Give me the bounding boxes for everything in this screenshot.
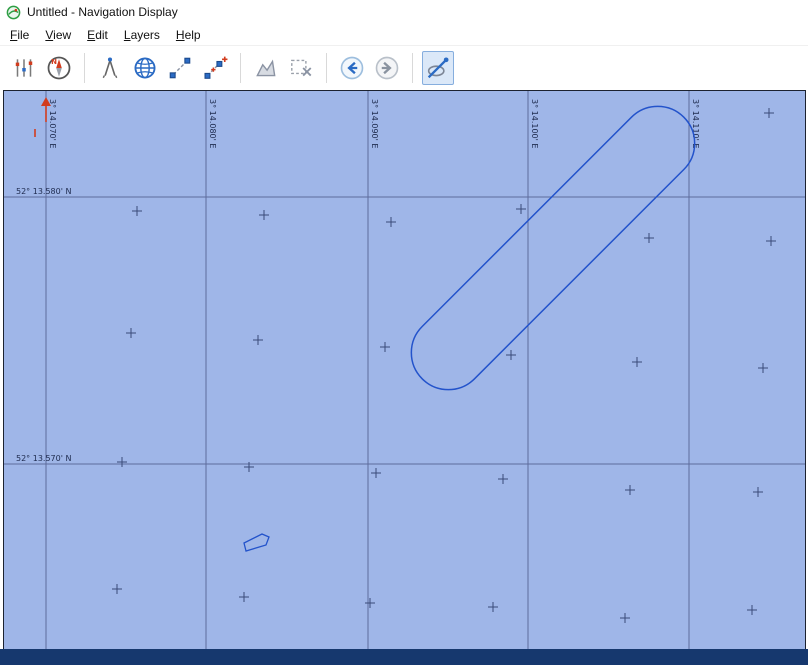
bearing-line-button[interactable] bbox=[422, 51, 454, 85]
longitude-label: 3° 14.100' E bbox=[530, 99, 539, 148]
toolbar-separator bbox=[240, 53, 241, 83]
ship-outline[interactable] bbox=[243, 533, 270, 552]
longitude-label: 3° 14.110' E bbox=[691, 99, 700, 148]
latitude-label: 52° 13.570' N bbox=[16, 454, 71, 463]
toolbar-separator bbox=[326, 53, 327, 83]
graticule-crosses bbox=[112, 108, 776, 623]
measure-line-button[interactable] bbox=[164, 51, 196, 85]
route-edit-icon bbox=[204, 56, 228, 79]
graticule-labels: 3° 14.070' E 3° 14.080' E 3° 14.090' E 3° 1… bbox=[16, 99, 700, 463]
zoom-forward-button[interactable] bbox=[371, 51, 403, 85]
svg-text:N: N bbox=[51, 58, 57, 66]
longitude-label: 3° 14.090' E bbox=[370, 99, 379, 148]
chart-canvas[interactable]: 3° 14.070' E 3° 14.080' E 3° 14.090' E 3° 1… bbox=[4, 91, 806, 649]
toolbar-separator bbox=[412, 53, 413, 83]
chart-region-outline[interactable] bbox=[396, 91, 710, 405]
longitude-label: 3° 14.070' E bbox=[48, 99, 57, 148]
compass-button[interactable]: N bbox=[43, 51, 75, 85]
compass-icon: N bbox=[47, 56, 71, 80]
chart-area: 3° 14.070' E 3° 14.080' E 3° 14.090' E 3° 1… bbox=[3, 90, 806, 649]
area-plot-icon bbox=[256, 59, 276, 77]
menu-layers[interactable]: Layers bbox=[116, 26, 168, 44]
menu-view[interactable]: View bbox=[37, 26, 79, 44]
menu-file[interactable]: File bbox=[2, 26, 37, 44]
bearing-line-icon bbox=[427, 57, 449, 79]
route-edit-button[interactable] bbox=[199, 51, 231, 85]
menu-help[interactable]: Help bbox=[168, 26, 209, 44]
zoom-back-icon bbox=[340, 56, 364, 80]
select-region-button[interactable] bbox=[285, 51, 317, 85]
app-icon bbox=[6, 5, 21, 20]
toolbar-separator bbox=[84, 53, 85, 83]
zoom-forward-icon bbox=[375, 56, 399, 80]
display-settings-button[interactable] bbox=[8, 51, 40, 85]
globe-button[interactable] bbox=[129, 51, 161, 85]
longitude-label: 3° 14.080' E bbox=[208, 99, 217, 148]
display-settings-icon bbox=[15, 59, 33, 77]
menu-bar: File View Edit Layers Help bbox=[0, 24, 808, 45]
globe-icon bbox=[134, 57, 156, 79]
divider-compass-icon bbox=[102, 57, 118, 79]
zoom-back-button[interactable] bbox=[336, 51, 368, 85]
toolbar: N bbox=[0, 45, 808, 90]
select-region-icon bbox=[291, 59, 312, 77]
title-bar: Untitled - Navigation Display bbox=[0, 0, 808, 24]
bottom-bar bbox=[0, 649, 808, 665]
divider-compass-button[interactable] bbox=[94, 51, 126, 85]
menu-edit[interactable]: Edit bbox=[79, 26, 116, 44]
measure-line-icon bbox=[169, 57, 191, 79]
window-title: Untitled - Navigation Display bbox=[27, 5, 178, 19]
graticule-lines bbox=[4, 91, 805, 649]
area-plot-button[interactable] bbox=[250, 51, 282, 85]
latitude-label: 52° 13.580' N bbox=[16, 187, 71, 196]
